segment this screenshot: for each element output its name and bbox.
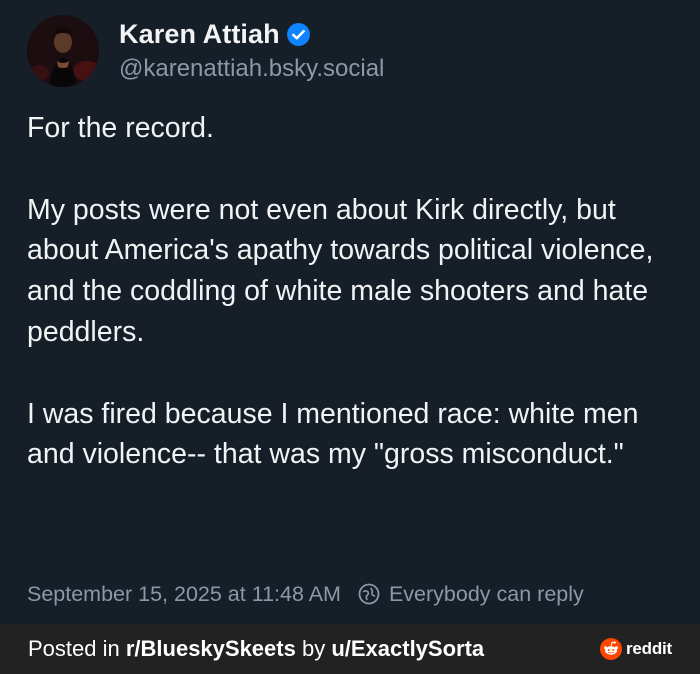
author-avatar[interactable] <box>27 15 99 87</box>
post-paragraph: I was fired because I mentioned race: wh… <box>27 397 639 471</box>
post-paragraph: For the record. <box>27 112 214 144</box>
verified-badge-icon[interactable] <box>286 22 311 47</box>
reddit-logo: reddit <box>599 638 672 660</box>
user-link[interactable]: u/ExactlySorta <box>331 636 484 661</box>
reddit-wordmark: reddit <box>625 639 672 658</box>
by-text: by <box>295 636 332 661</box>
post-paragraph: My posts were not even about Kirk direct… <box>27 193 654 348</box>
reply-setting-label: Everybody can reply <box>388 581 584 606</box>
avatar-image <box>27 15 99 87</box>
post-timestamp[interactable]: September 15, 2025 at 11:48 AM <box>27 582 341 607</box>
post-meta-row: September 15, 2025 at 11:48 AM Everybody… <box>27 578 584 610</box>
globe-icon <box>357 582 381 606</box>
post-text: For the record. My posts were not even a… <box>27 108 687 475</box>
author-handle[interactable]: @karenattiah.bsky.social <box>119 55 384 83</box>
bluesky-post-card: Karen Attiah @karenattiah.bsky.social Fo… <box>0 0 700 624</box>
author-display-name[interactable]: Karen Attiah <box>119 19 280 50</box>
posted-in-prefix: Posted in <box>28 636 126 661</box>
reply-setting: Everybody can reply <box>357 582 584 607</box>
reddit-snoo-icon <box>599 638 622 660</box>
author-name-row: Karen Attiah <box>119 16 311 52</box>
reddit-footer: Posted in r/BlueskySkeets by u/ExactlySo… <box>0 624 700 674</box>
posted-in-text: Posted in r/BlueskySkeets by u/ExactlySo… <box>28 636 484 662</box>
subreddit-link[interactable]: r/BlueskySkeets <box>126 636 296 661</box>
